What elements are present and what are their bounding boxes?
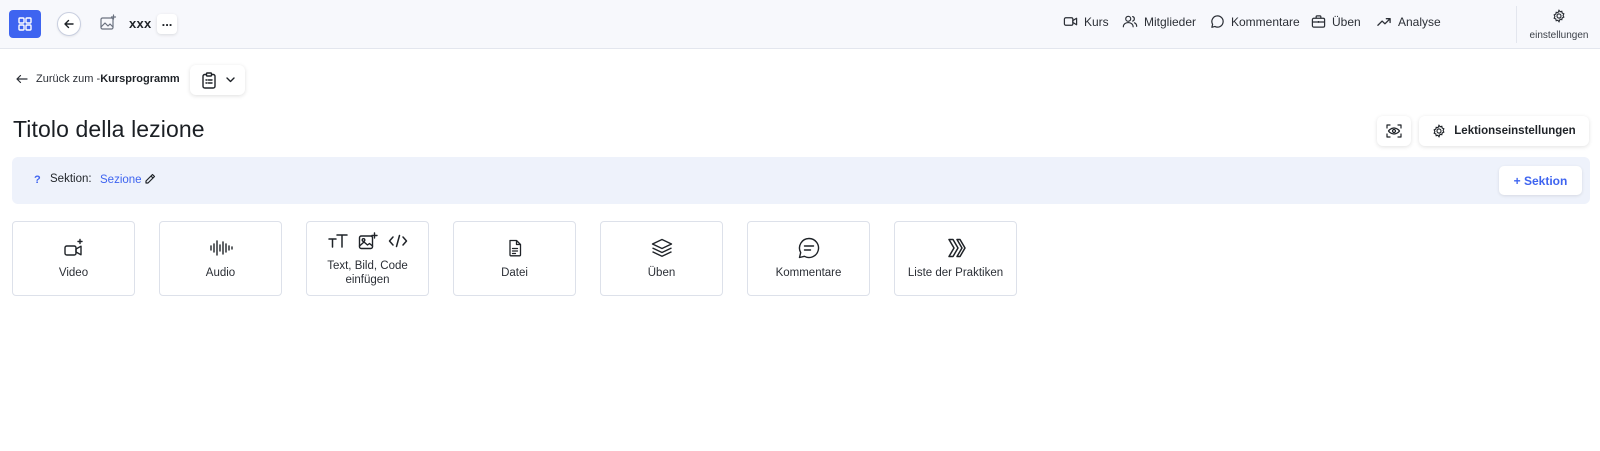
- trend-icon: [1377, 18, 1391, 26]
- members-icon: [1122, 15, 1138, 28]
- nav-analyse-label: Analyse: [1398, 14, 1441, 29]
- tile-video[interactable]: Video: [12, 221, 135, 296]
- section-label: Sektion:: [50, 173, 92, 185]
- gear-icon: [1553, 9, 1565, 23]
- arrow-left-icon: [16, 74, 28, 84]
- lesson-settings-button[interactable]: Lektionseinstellungen: [1419, 116, 1589, 146]
- settings-label: einstellungen: [1529, 30, 1589, 41]
- file-icon: [508, 239, 521, 257]
- video-add-icon: [63, 238, 83, 256]
- nav-kurs-label: Kurs: [1084, 14, 1109, 29]
- clipboard-icon: [201, 71, 216, 89]
- text-image-code-icon: [327, 230, 408, 252]
- arrow-left-icon: [64, 19, 74, 29]
- eye-icon: [1386, 124, 1402, 138]
- text-size-icon: [327, 234, 348, 248]
- course-image-icon[interactable]: [99, 14, 119, 34]
- video-icon: [1063, 17, 1078, 26]
- pencil-icon[interactable]: [144, 173, 156, 185]
- section-bar: ? Sektion: Sezione + Sektion: [12, 157, 1590, 204]
- settings-button[interactable]: einstellungen: [1520, 9, 1598, 41]
- nav-kommentare[interactable]: Kommentare: [1210, 14, 1300, 29]
- nav-mitglieder[interactable]: Mitglieder: [1122, 14, 1196, 29]
- tile-file-label: Datei: [501, 267, 528, 279]
- list-chevrons-icon: [947, 238, 966, 258]
- nav-kommentare-label: Kommentare: [1231, 14, 1300, 29]
- audio-wave-icon: [209, 240, 233, 256]
- tile-practice-list-label: Liste der Praktiken: [907, 267, 1004, 279]
- tile-audio[interactable]: Audio: [159, 221, 282, 296]
- gear-icon: [1433, 124, 1445, 138]
- back-button[interactable]: [57, 12, 81, 36]
- briefcase-icon: [1311, 15, 1326, 28]
- lesson-type-dropdown[interactable]: [190, 65, 245, 95]
- course-name: xxx: [129, 16, 152, 31]
- comment-icon: [1211, 15, 1224, 28]
- top-bar: xxx ... Kurs Mitglieder Kommentare Üben …: [0, 0, 1600, 49]
- comment-icon: [798, 237, 819, 259]
- nav-ueben[interactable]: Üben: [1311, 14, 1361, 29]
- layers-icon: [651, 238, 672, 257]
- back-to-course-link[interactable]: Zurück zum -Kursprogramm: [16, 73, 180, 85]
- tile-text-image-code[interactable]: Text, Bild, Code einfügen: [306, 221, 429, 296]
- tile-practice-label: Üben: [647, 267, 676, 279]
- tile-comments[interactable]: Kommentare: [747, 221, 870, 296]
- tile-practice-list[interactable]: Liste der Praktiken: [894, 221, 1017, 296]
- lesson-settings-label: Lektionseinstellungen: [1454, 125, 1576, 137]
- section-help-icon[interactable]: ?: [34, 174, 41, 186]
- tile-practice[interactable]: Üben: [600, 221, 723, 296]
- tile-video-label: Video: [58, 267, 89, 279]
- lesson-title[interactable]: Titolo della lezione: [13, 116, 205, 143]
- tile-comments-label: Kommentare: [775, 267, 842, 279]
- topbar-divider: [1516, 6, 1517, 43]
- more-options-button[interactable]: ...: [157, 14, 177, 34]
- tile-audio-label: Audio: [205, 267, 236, 279]
- nav-kurs[interactable]: Kurs: [1063, 14, 1109, 29]
- image-add-icon: [358, 232, 378, 250]
- nav-mitglieder-label: Mitglieder: [1144, 14, 1197, 29]
- code-icon: [388, 234, 407, 248]
- tile-text-image-code-label: Text, Bild, Code einfügen: [327, 260, 408, 286]
- grid-icon: [18, 17, 32, 31]
- preview-button[interactable]: [1377, 116, 1411, 146]
- back-link-target: Kursprogramm: [100, 73, 180, 85]
- chevron-down-icon: [225, 77, 235, 83]
- add-section-button[interactable]: + Sektion: [1499, 166, 1582, 195]
- apps-grid-button[interactable]: [9, 10, 41, 38]
- back-link-prefix: Zurück zum -: [36, 73, 101, 85]
- section-name[interactable]: Sezione: [100, 174, 142, 186]
- tile-file[interactable]: Datei: [453, 221, 576, 296]
- nav-ueben-label: Üben: [1332, 14, 1361, 29]
- nav-analyse[interactable]: Analyse: [1376, 14, 1441, 29]
